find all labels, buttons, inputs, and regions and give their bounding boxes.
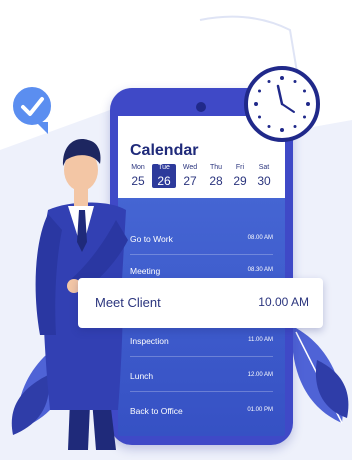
- day-name: Wed: [182, 164, 198, 171]
- calendar-title: Calendar: [130, 142, 199, 159]
- day-number: 29: [233, 174, 247, 188]
- event-time: 08.00 AM: [247, 235, 273, 241]
- event-time: 11.00 AM: [248, 337, 273, 343]
- day-wed[interactable]: Wed 27: [178, 164, 202, 188]
- event-row[interactable]: Back to Office 01.00 PM: [130, 396, 273, 426]
- day-number: 28: [209, 174, 223, 188]
- event-time: 08.30 AM: [247, 267, 273, 273]
- day-number: 30: [257, 174, 271, 188]
- phone-speaker-icon: [196, 102, 206, 112]
- day-number: 27: [183, 174, 197, 188]
- highlighted-event-name: Meet Client: [95, 295, 161, 310]
- bubble-tail-icon: [36, 122, 48, 134]
- day-fri[interactable]: Fri 29: [228, 164, 252, 188]
- day-thu[interactable]: Thu 28: [204, 164, 228, 188]
- day-name: Fri: [235, 164, 245, 171]
- day-name: Sat: [258, 164, 270, 171]
- day-tue-selected[interactable]: Tue 26: [152, 164, 176, 188]
- day-name: Thu: [209, 164, 223, 171]
- clock-icon: [244, 66, 320, 142]
- highlighted-event-time: 10.00 AM: [258, 295, 309, 309]
- highlighted-event[interactable]: Meet Client 10.00 AM: [78, 278, 323, 328]
- event-row[interactable]: Lunch 12.00 AM: [130, 361, 273, 392]
- event-time: 12.00 AM: [247, 372, 273, 378]
- event-time: 01.00 PM: [247, 407, 273, 413]
- day-number: 26: [157, 174, 171, 188]
- event-row[interactable]: Inspection 11.00 AM: [130, 326, 273, 357]
- event-row[interactable]: Go to Work 08.00 AM: [130, 224, 273, 255]
- illustration: Calendar Mon 25 Tue 26 Wed 27 Thu 28 Fri…: [0, 0, 352, 460]
- day-name: Tue: [158, 164, 170, 171]
- day-sat[interactable]: Sat 30: [252, 164, 276, 188]
